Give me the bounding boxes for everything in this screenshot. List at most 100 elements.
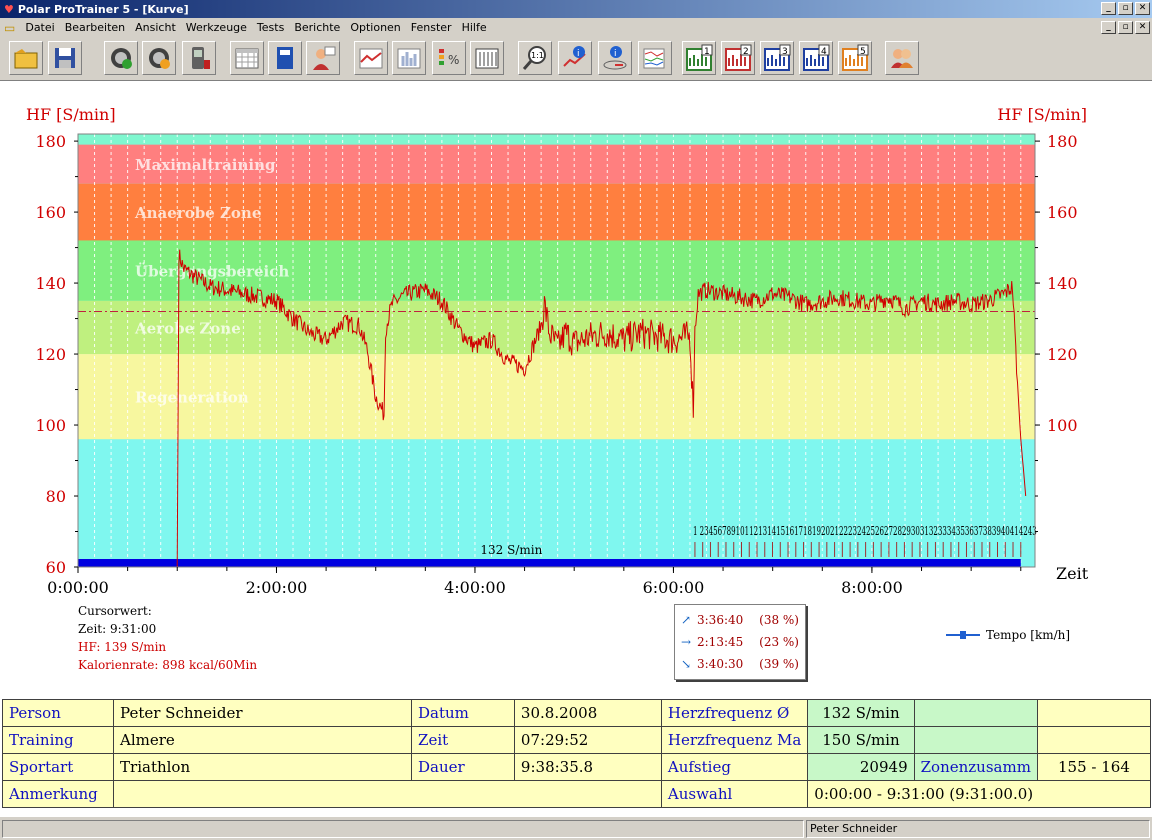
calendar-button[interactable] bbox=[230, 41, 264, 75]
y-tick-right: 120 bbox=[1047, 345, 1078, 364]
info-lap-button[interactable]: i bbox=[598, 41, 632, 75]
curve-view-button[interactable] bbox=[354, 41, 388, 75]
status-user: Peter Schneider bbox=[806, 820, 1150, 838]
person-info-button[interactable] bbox=[306, 41, 340, 75]
y-tick-left: 60 bbox=[46, 558, 66, 577]
hf-max-value: 150 S/min bbox=[807, 726, 915, 754]
users-button[interactable] bbox=[885, 41, 919, 75]
graph-1-button[interactable]: 1 bbox=[682, 41, 716, 75]
chart-legend[interactable]: Tempo [km/h] bbox=[946, 628, 1070, 642]
table-view-button[interactable] bbox=[470, 41, 504, 75]
y-axis-label-right: HF [S/min] bbox=[997, 105, 1087, 124]
trend-time: 3:40:30 bbox=[697, 657, 744, 671]
maximize-button[interactable]: ▫ bbox=[1118, 2, 1133, 15]
sportart-label: Sportart bbox=[1, 753, 115, 781]
tempo-legend-label: Tempo [km/h] bbox=[986, 628, 1071, 642]
diary-book-button[interactable] bbox=[268, 41, 302, 75]
x-tick-label: 2:00:00 bbox=[246, 578, 308, 597]
graph-3-button[interactable]: 3 bbox=[760, 41, 794, 75]
watch-settings-button[interactable] bbox=[142, 41, 176, 75]
trend-time: 3:36:40 bbox=[697, 613, 744, 627]
window-title: Polar ProTrainer 5 - [Kurve] bbox=[17, 2, 189, 16]
menu-fenster[interactable]: Fenster bbox=[411, 21, 452, 34]
curve-view-icon bbox=[359, 48, 383, 69]
x-axis-label: Zeit bbox=[1056, 564, 1089, 583]
lap-marker-label: 1 23456789101121314151617181920212223242… bbox=[693, 524, 1037, 538]
close-button[interactable]: ✕ bbox=[1135, 2, 1150, 15]
save-button[interactable] bbox=[48, 41, 82, 75]
zone-label: Anaerobe Zone bbox=[134, 204, 261, 222]
menu-berichte[interactable]: Berichte bbox=[294, 21, 340, 34]
document-icon[interactable]: ▭ bbox=[4, 21, 15, 35]
empty-cell bbox=[913, 726, 1038, 754]
svg-text:%: % bbox=[448, 53, 459, 67]
selection-bar bbox=[78, 559, 1021, 567]
hf-avg-label: Herzfrequenz Ø bbox=[660, 699, 809, 727]
menu-werkzeuge[interactable]: Werkzeuge bbox=[186, 21, 247, 34]
zoom-1to1-button[interactable]: 1:1 bbox=[518, 41, 552, 75]
diary-book-icon bbox=[277, 47, 293, 69]
anmerkung-value[interactable] bbox=[113, 780, 662, 808]
zeit-value: 07:29:52 bbox=[513, 726, 662, 754]
transfer-device-button[interactable] bbox=[182, 41, 216, 75]
mdi-close-button[interactable]: ✕ bbox=[1135, 21, 1150, 34]
open-folder-button[interactable] bbox=[9, 41, 43, 75]
sportart-value: Triathlon bbox=[113, 753, 413, 781]
table-view-icon bbox=[475, 48, 499, 69]
svg-text:1: 1 bbox=[704, 47, 710, 57]
dauer-label: Dauer bbox=[411, 753, 515, 781]
y-tick-right: 100 bbox=[1047, 416, 1078, 435]
menu-bearbeiten[interactable]: Bearbeiten bbox=[65, 21, 125, 34]
y-tick-right: 180 bbox=[1047, 132, 1078, 151]
svg-text:2: 2 bbox=[743, 47, 749, 57]
y-tick-left: 140 bbox=[35, 274, 66, 293]
anmerkung-label: Anmerkung bbox=[1, 780, 115, 808]
bar-view-button[interactable] bbox=[392, 41, 426, 75]
minimize-button[interactable]: _ bbox=[1101, 2, 1116, 15]
graph-2-button[interactable]: 2 bbox=[721, 41, 755, 75]
trend-row-down: ↘ 3:40:30 (39 %) bbox=[675, 653, 805, 675]
sync-watch-button[interactable] bbox=[104, 41, 138, 75]
menu-optionen[interactable]: Optionen bbox=[350, 21, 400, 34]
trend-stats-box: ↗ 3:36:40 (38 %) → 2:13:45 (23 %) ↘ 3:40:30 (3… bbox=[674, 604, 806, 680]
curve-options-button[interactable] bbox=[638, 41, 672, 75]
graph-5-button[interactable]: 5 bbox=[838, 41, 872, 75]
mdi-minimize-button[interactable]: _ bbox=[1101, 21, 1116, 34]
zone-label: Übergangsbereich bbox=[135, 262, 289, 281]
hf-avg-value: 132 S/min bbox=[807, 699, 915, 727]
trend-row-up: ↗ 3:36:40 (38 %) bbox=[675, 609, 805, 631]
status-bar: Peter Schneider bbox=[0, 816, 1152, 840]
title-bar: ♥ Polar ProTrainer 5 - [Kurve] _ ▫ ✕ bbox=[0, 0, 1152, 18]
bar-view-icon bbox=[397, 48, 421, 69]
empty-cell bbox=[1036, 726, 1152, 754]
graph-5-icon: 5 bbox=[842, 44, 869, 71]
y-tick-left: 120 bbox=[35, 345, 66, 364]
empty-cell bbox=[913, 699, 1038, 727]
percent-zones-icon: % bbox=[439, 49, 459, 67]
aufstieg-label: Aufstieg bbox=[660, 753, 809, 781]
graph-2-icon: 2 bbox=[725, 44, 752, 71]
x-tick-label: 6:00:00 bbox=[643, 578, 705, 597]
y-tick-left: 100 bbox=[35, 416, 66, 435]
info-lap-icon: i bbox=[603, 46, 627, 70]
zonen-label: Zonenzusamm bbox=[913, 753, 1038, 781]
graph-1-icon: 1 bbox=[686, 44, 713, 71]
svg-text:5: 5 bbox=[860, 47, 866, 57]
menu-datei[interactable]: Datei bbox=[25, 21, 54, 34]
trend-row-flat: → 2:13:45 (23 %) bbox=[675, 631, 805, 653]
menu-tests[interactable]: Tests bbox=[257, 21, 284, 34]
calendar-icon bbox=[235, 48, 259, 69]
info-curve-button[interactable]: i bbox=[558, 41, 592, 75]
y-tick-left: 80 bbox=[46, 487, 66, 506]
auswahl-label: Auswahl bbox=[660, 780, 809, 808]
percent-zones-button[interactable]: % bbox=[432, 41, 466, 75]
menu-hilfe[interactable]: Hilfe bbox=[462, 21, 487, 34]
plot-top-strip bbox=[78, 134, 1035, 145]
graph-4-button[interactable]: 4 bbox=[799, 41, 833, 75]
mdi-restore-button[interactable]: ▫ bbox=[1118, 21, 1133, 34]
x-tick-label: 0:00:00 bbox=[47, 578, 109, 597]
menu-ansicht[interactable]: Ansicht bbox=[135, 21, 176, 34]
toolbar: % 1:1 i i 1 2 3 4 5 bbox=[0, 37, 1152, 81]
arrow-right-icon: → bbox=[680, 635, 692, 649]
datum-label: Datum bbox=[411, 699, 515, 727]
